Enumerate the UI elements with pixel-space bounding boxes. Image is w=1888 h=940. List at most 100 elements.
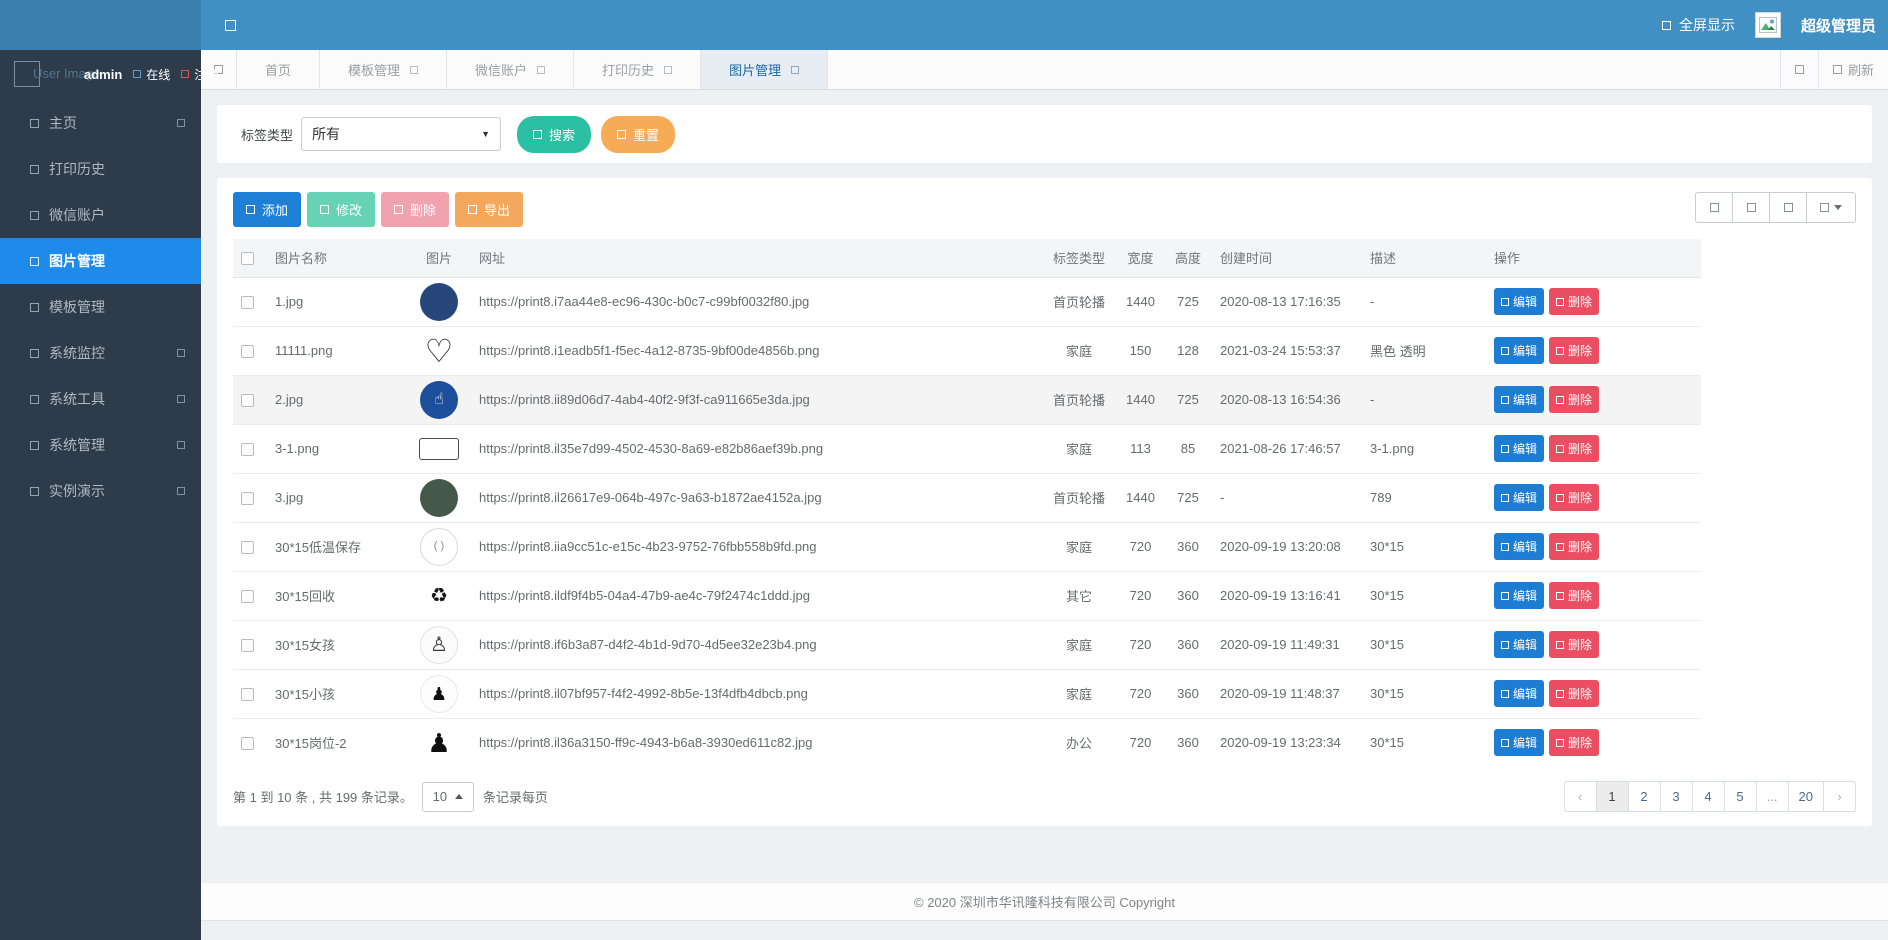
page-button-20[interactable]: 20 <box>1787 781 1824 812</box>
prev-page-button[interactable]: ‹ <box>1563 781 1597 812</box>
table-row[interactable]: 30*15女孩 ♙ https://print8.if6b3a87-d4f2-4b1… <box>233 619 1701 669</box>
column-header-2[interactable]: 图片 <box>407 239 471 278</box>
column-header-7[interactable]: 创建时间 <box>1212 239 1362 278</box>
table-row[interactable]: 3-1.png https://print8.il35e7d99-4502-453… <box>233 423 1701 473</box>
table-row[interactable]: 30*15岗位-2 ♟ https://print8.il36a3150-ff9c-… <box>233 717 1701 767</box>
column-header-9[interactable]: 操作 <box>1486 239 1701 278</box>
row-edit-button[interactable]: 编辑 <box>1494 288 1545 315</box>
tab-1[interactable]: 首页 <box>237 50 321 89</box>
tab-close-icon[interactable] <box>791 65 800 74</box>
row-delete-button[interactable]: 删除 <box>1549 337 1600 364</box>
row-checkbox[interactable] <box>241 639 254 653</box>
cell-tag-type: 首页轮播 <box>1041 276 1117 326</box>
logout-button[interactable]: 注销 <box>181 66 218 83</box>
table-row[interactable]: 3.jpg https://print8.il26617e9-064b-497c-… <box>233 472 1701 522</box>
tab-close-icon[interactable] <box>410 65 419 74</box>
tabs-menu-button[interactable] <box>1779 50 1818 89</box>
row-edit-button[interactable]: 编辑 <box>1494 631 1545 658</box>
page-size-select[interactable]: 10 <box>421 781 474 812</box>
table-row[interactable]: 2.jpg ☝ https://print8.ii89d06d7-4ab4-40f2… <box>233 374 1701 424</box>
sidebar-toggle-icon[interactable] <box>225 19 236 31</box>
row-delete-button[interactable]: 删除 <box>1549 533 1600 560</box>
row-delete-button[interactable]: 删除 <box>1549 386 1600 413</box>
row-delete-button[interactable]: 删除 <box>1549 631 1600 658</box>
row-checkbox[interactable] <box>241 443 254 457</box>
column-header-8[interactable]: 描述 <box>1362 239 1486 278</box>
tab-3[interactable]: 微信账户 <box>447 50 575 89</box>
columns-button[interactable] <box>1806 192 1856 223</box>
delete-button[interactable]: 删除 <box>381 192 450 227</box>
column-header-5[interactable]: 宽度 <box>1117 239 1164 278</box>
row-edit-button[interactable]: 编辑 <box>1494 386 1545 413</box>
column-header-4[interactable]: 标签类型 <box>1041 239 1117 278</box>
sidebar-item-9[interactable]: 实例演示 <box>0 468 201 514</box>
select-all-checkbox[interactable] <box>241 252 254 266</box>
cell-width: 1440 <box>1117 276 1164 326</box>
row-delete-button[interactable]: 删除 <box>1549 484 1600 511</box>
row-checkbox[interactable] <box>241 345 254 359</box>
tab-4[interactable]: 打印历史 <box>574 50 702 89</box>
add-button[interactable]: 添加 <box>233 192 302 227</box>
row-checkbox[interactable] <box>241 394 254 408</box>
page-button-2[interactable]: 2 <box>1627 781 1661 812</box>
page-button-3[interactable]: 3 <box>1659 781 1693 812</box>
table-row[interactable]: 30*15回收 ♻ https://print8.ildf9f4b5-04a4-47… <box>233 570 1701 620</box>
row-edit-button[interactable]: 编辑 <box>1494 337 1545 364</box>
tab-close-icon[interactable] <box>664 65 673 74</box>
admin-avatar[interactable] <box>1754 12 1781 38</box>
row-delete-button[interactable]: 删除 <box>1549 680 1600 707</box>
row-checkbox[interactable] <box>241 590 254 604</box>
row-edit-button[interactable]: 编辑 <box>1494 533 1545 560</box>
refresh-table-button[interactable] <box>1732 192 1770 223</box>
tabs-container: 首页 模板管理 微信账户 打印历史 图片管理 <box>237 50 829 89</box>
row-delete-button[interactable]: 删除 <box>1549 435 1600 462</box>
tag-type-select[interactable]: 所有 ▼ <box>301 117 502 151</box>
toggle-view-button[interactable] <box>1769 192 1807 223</box>
row-checkbox[interactable] <box>241 492 254 506</box>
row-delete-button[interactable]: 删除 <box>1549 729 1600 757</box>
table-row[interactable]: 30*15低温保存 ( ) https://print8.iia9cc51c-e15… <box>233 521 1701 571</box>
row-checkbox[interactable] <box>241 737 254 751</box>
search-button[interactable]: 搜索 <box>517 115 592 153</box>
tab-5[interactable]: 图片管理 <box>701 50 829 89</box>
reset-button[interactable]: 重置 <box>601 115 676 153</box>
next-page-button[interactable]: › <box>1823 781 1856 812</box>
row-edit-button[interactable]: 编辑 <box>1494 582 1545 609</box>
tab-refresh-button[interactable]: 刷新 <box>1817 50 1888 89</box>
tab-2[interactable]: 模板管理 <box>320 50 448 89</box>
tab-close-icon[interactable] <box>537 65 546 74</box>
sidebar-item-1[interactable]: 主页 <box>0 100 201 146</box>
sidebar-item-2[interactable]: 打印历史 <box>0 146 201 192</box>
sidebar-item-4[interactable]: 图片管理 <box>0 238 201 284</box>
table-row[interactable]: 1.jpg https://print8.i7aa44e8-ec96-430c-b… <box>233 276 1701 326</box>
row-delete-button[interactable]: 删除 <box>1549 582 1600 609</box>
page-button-5[interactable]: 5 <box>1723 781 1757 812</box>
row-checkbox[interactable] <box>241 296 254 310</box>
sidebar-item-6[interactable]: 系统监控 <box>0 330 201 376</box>
admin-role-label[interactable]: 超级管理员 <box>1801 15 1876 36</box>
column-header-1[interactable]: 图片名称 <box>267 239 407 278</box>
column-header-6[interactable]: 高度 <box>1164 239 1212 278</box>
row-edit-button[interactable]: 编辑 <box>1494 484 1545 511</box>
sidebar-item-5[interactable]: 模板管理 <box>0 284 201 330</box>
fullscreen-button[interactable]: 全屏显示 <box>1661 15 1735 35</box>
row-delete-button[interactable]: 删除 <box>1549 288 1600 315</box>
page-button-1[interactable]: 1 <box>1595 781 1629 812</box>
modify-button[interactable]: 修改 <box>307 192 376 227</box>
column-header-3[interactable]: 网址 <box>471 239 1041 278</box>
sidebar-item-3[interactable]: 微信账户 <box>0 192 201 238</box>
row-edit-button[interactable]: 编辑 <box>1494 680 1545 707</box>
row-edit-button[interactable]: 编辑 <box>1494 435 1545 462</box>
pagination-toggle-button[interactable] <box>1695 192 1733 223</box>
table-row[interactable]: 30*15小孩 ♟ https://print8.il07bf957-f4f2-49… <box>233 668 1701 718</box>
sidebar-item-label: 主页 <box>49 115 77 131</box>
sidebar-item-8[interactable]: 系统管理 <box>0 422 201 468</box>
row-checkbox[interactable] <box>241 541 254 555</box>
table-row[interactable]: 11111.png ♡ https://print8.i1eadb5f1-f5ec-… <box>233 325 1701 375</box>
export-button[interactable]: 导出 <box>455 192 524 227</box>
menu-item-icon <box>30 440 39 450</box>
sidebar-item-7[interactable]: 系统工具 <box>0 376 201 422</box>
page-button-4[interactable]: 4 <box>1691 781 1725 812</box>
row-edit-button[interactable]: 编辑 <box>1494 729 1545 757</box>
row-checkbox[interactable] <box>241 688 254 702</box>
